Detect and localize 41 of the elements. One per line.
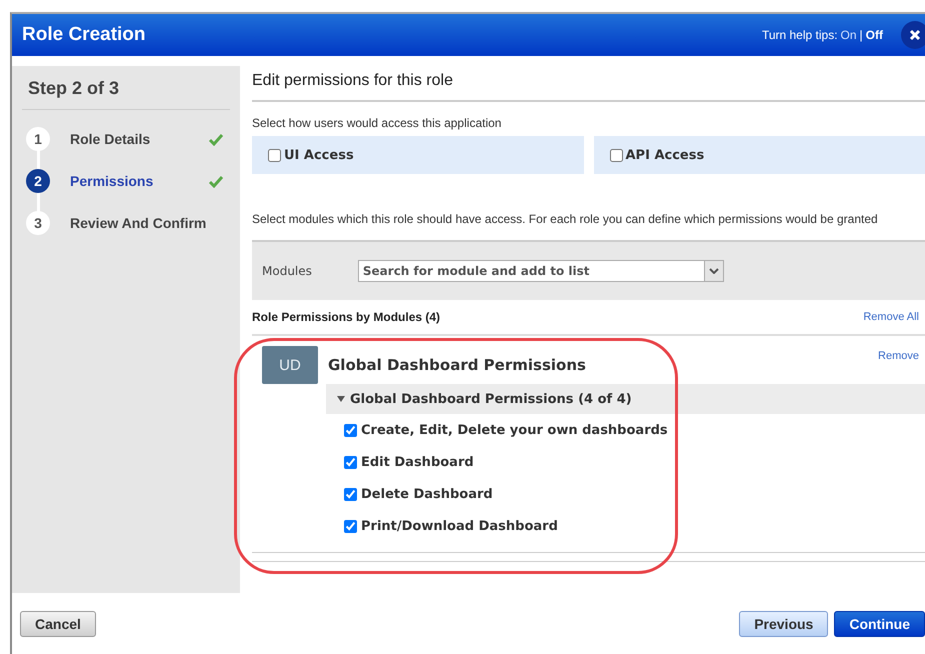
modules-label: Modules bbox=[262, 264, 312, 278]
permissions-title: Role Permissions by Modules (4) bbox=[252, 310, 440, 324]
checkbox[interactable] bbox=[344, 520, 357, 532]
permission-label: Create, Edit, Delete your own dashboards bbox=[361, 422, 668, 438]
step-counter: Step 2 of 3 bbox=[22, 78, 230, 110]
continue-button[interactable]: Continue bbox=[834, 611, 925, 637]
step-number: 2 bbox=[26, 169, 50, 193]
step-label[interactable]: Review And Confirm bbox=[70, 215, 230, 231]
checkbox[interactable] bbox=[268, 148, 281, 162]
permission-group-header[interactable]: Global Dashboard Permissions (4 of 4) bbox=[326, 384, 925, 414]
step-label[interactable]: Permissions bbox=[70, 173, 208, 189]
checkbox[interactable] bbox=[344, 424, 357, 436]
checkbox[interactable] bbox=[344, 456, 357, 468]
close-button[interactable] bbox=[901, 21, 925, 49]
help-tips-label: Turn help tips: bbox=[762, 28, 838, 42]
step-label[interactable]: Role Details bbox=[70, 131, 208, 147]
access-option-label: UI Access bbox=[284, 148, 354, 162]
step-number: 3 bbox=[26, 211, 50, 235]
access-prompt: Select how users would access this application bbox=[252, 116, 502, 130]
remove-link[interactable]: Remove bbox=[878, 350, 919, 362]
permission-label: Delete Dashboard bbox=[361, 486, 493, 502]
module-search-dropdown[interactable]: Search for module and add to list bbox=[358, 260, 724, 282]
caret-icon bbox=[708, 268, 719, 274]
separator: | bbox=[860, 28, 863, 42]
module-avatar: UD bbox=[262, 346, 318, 384]
close-icon bbox=[909, 29, 921, 41]
help-tips-option[interactable]: On bbox=[840, 28, 857, 42]
module-name: Global Dashboard Permissions bbox=[328, 356, 587, 374]
permission-label: Edit Dashboard bbox=[361, 454, 474, 470]
remove-all-link[interactable]: Remove All bbox=[863, 311, 919, 323]
permission-label: Print/Download Dashboard bbox=[361, 518, 558, 534]
help-tips-option[interactable]: Off bbox=[866, 28, 883, 42]
step-number: 1 bbox=[26, 127, 50, 151]
cancel-button[interactable]: Cancel bbox=[20, 611, 96, 637]
access-option-label: API Access bbox=[626, 148, 704, 162]
checkbox[interactable] bbox=[344, 488, 357, 500]
previous-button[interactable]: Previous bbox=[739, 611, 828, 637]
modules-prompt: Select modules which this role should have access. For each role you can define which permissions would be granted bbox=[252, 212, 879, 226]
section-heading: Edit permissions for this role bbox=[252, 66, 925, 102]
window-title: Role Creation bbox=[22, 24, 147, 46]
checkbox[interactable] bbox=[610, 148, 622, 162]
